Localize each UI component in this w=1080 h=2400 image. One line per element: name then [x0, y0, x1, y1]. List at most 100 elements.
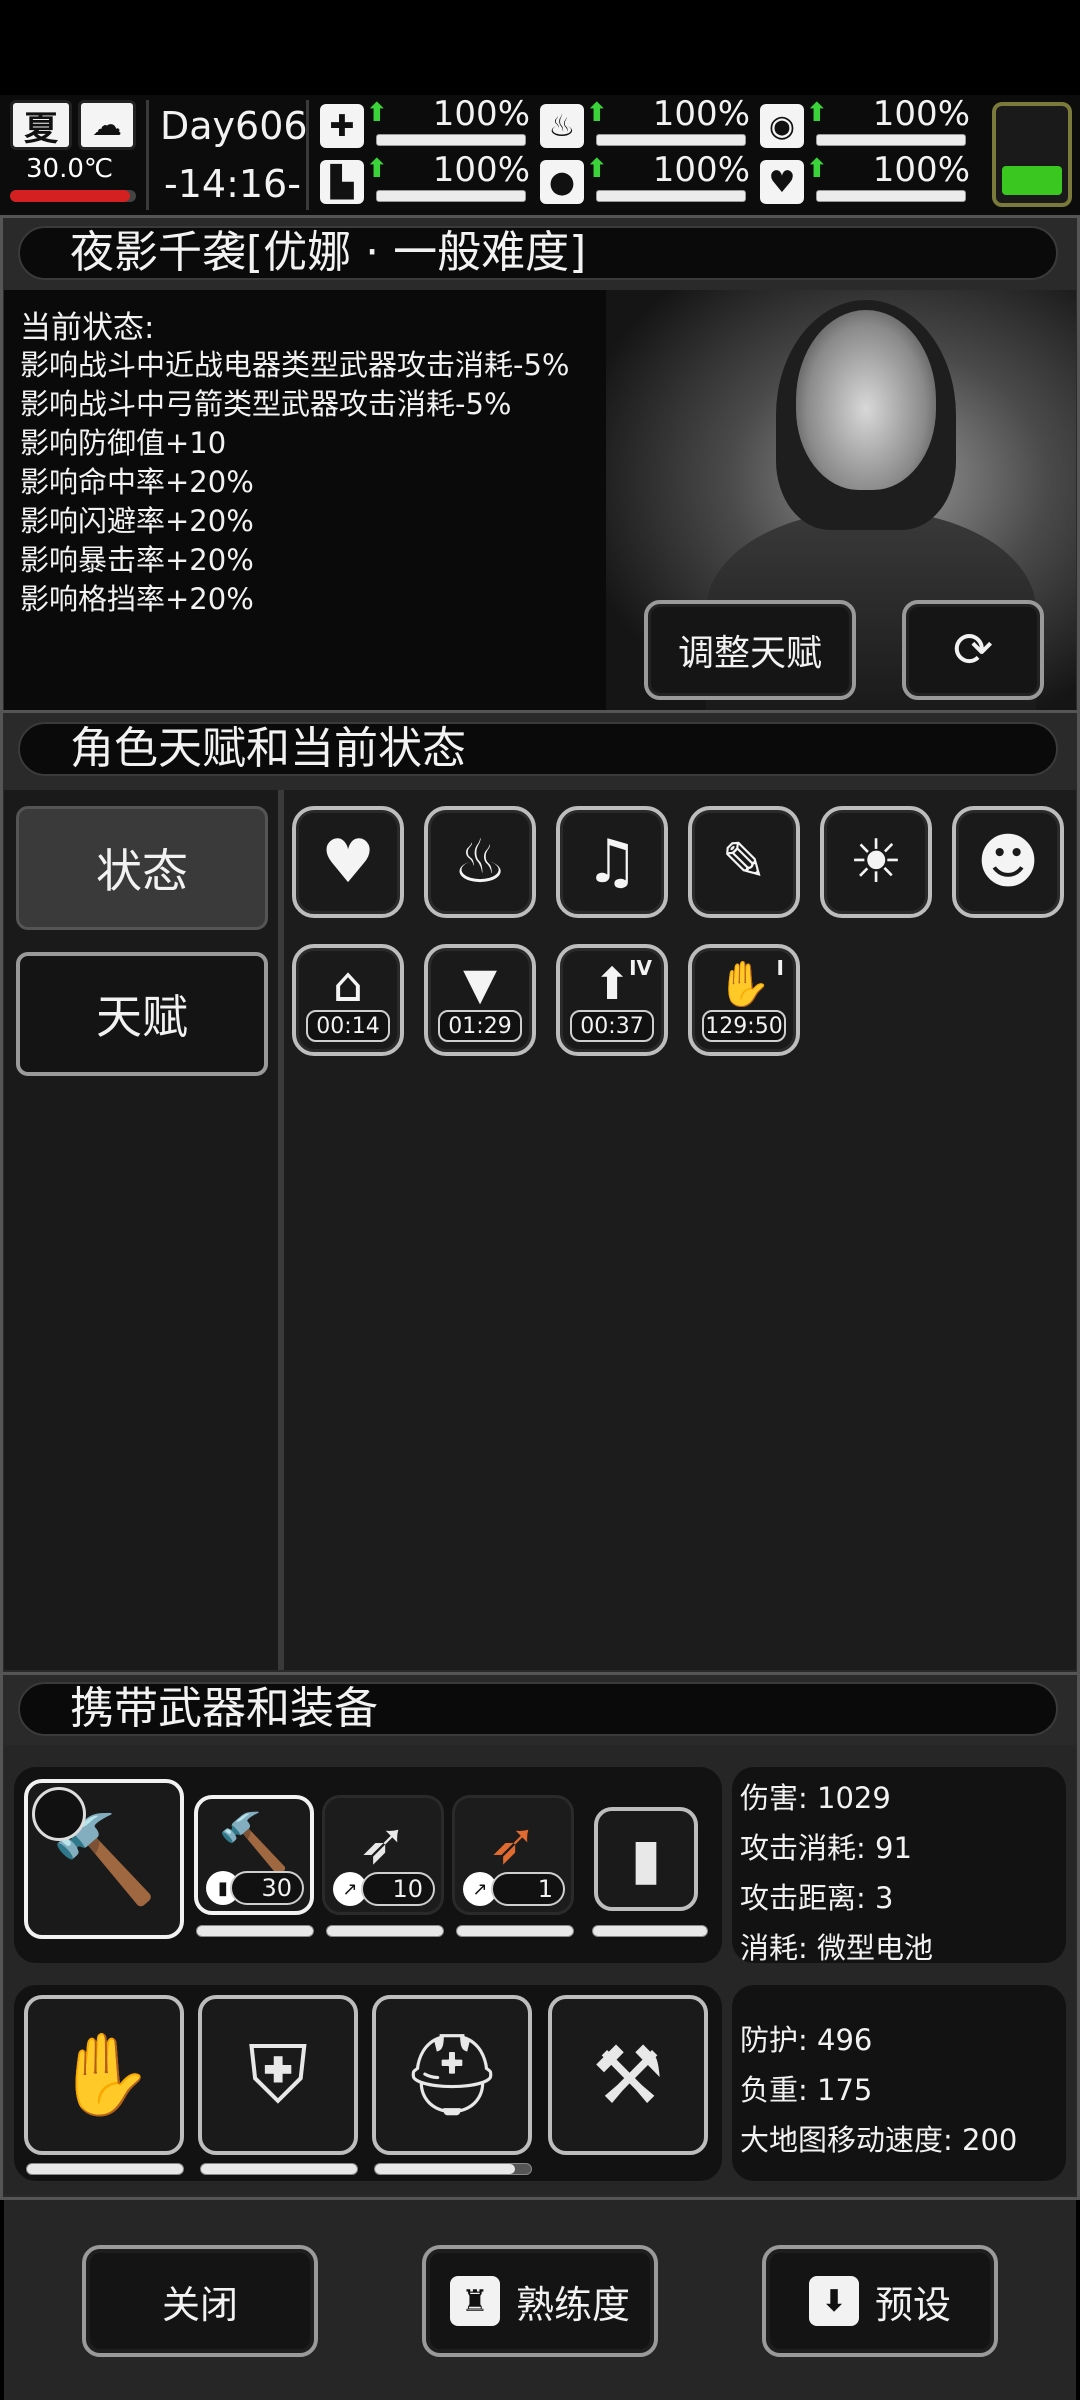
ammo-slot[interactable]: ▮ — [594, 1807, 698, 1911]
weapon-count: 10 — [361, 1872, 435, 1906]
temperature-fill — [10, 190, 130, 202]
gloves-icon: ✋ — [54, 2028, 154, 2121]
battery-cell-icon: ▮ — [630, 1826, 662, 1892]
weapon-slot-main[interactable]: 🔨 — [24, 1779, 184, 1939]
armor-stat: 大地图移动速度: 200 — [740, 2123, 1018, 2157]
state-line: 影响防御值+10 — [20, 426, 227, 460]
character-title: 夜影千袭[优娜 · 一般难度] — [70, 227, 587, 278]
tab-status-label: 状态 — [96, 844, 188, 898]
talents-header: 角色天赋和当前状态 — [18, 722, 1058, 776]
armor-slot-backpack[interactable]: ⚒ — [548, 1995, 708, 2155]
durability-bar — [592, 1925, 708, 1937]
weapon-slot-3[interactable]: ➶ ↗ 1 — [452, 1795, 574, 1915]
armor-stat: 负重: 175 — [740, 2073, 873, 2107]
character-panel: 当前状态: 影响战斗中近战电器类型武器攻击消耗-5% 影响战斗中弓箭类型武器攻击… — [4, 290, 1076, 710]
preset-label: 预设 — [874, 2282, 951, 2327]
medkit-icon: ✚ — [320, 104, 364, 148]
cloud-rain-icon: ☁ — [78, 100, 136, 150]
effect-timer: 01:29 — [438, 1010, 522, 1042]
equipment-header: 携带武器和装备 — [18, 1682, 1058, 1736]
torch-spear-icon: ➶ — [488, 1809, 538, 1877]
mood-value: 100% — [872, 150, 970, 190]
durability-bar — [374, 2163, 532, 2175]
equipment-panel: 🔨 🔨 ▮ 30 ➶ ↗ 10 ➶ ↗ 1 ▮ 伤害: 1029 攻击消耗: 9… — [4, 1745, 1076, 2195]
status-effect-injury[interactable]: I ✋ 129:50 — [688, 944, 800, 1056]
armor-slot-body[interactable]: ⛨ — [198, 1995, 358, 2155]
battery-icon[interactable] — [992, 102, 1072, 207]
talents-title: 角色天赋和当前状态 — [70, 723, 466, 774]
state-line: 影响战斗中近战电器类型武器攻击消耗-5% — [20, 348, 570, 382]
proficiency-label: 熟练度 — [515, 2282, 630, 2327]
alarm-light-icon: ☀ — [849, 827, 903, 897]
electric-hammer-icon: 🔨 — [217, 1808, 291, 1877]
health-bar — [376, 134, 526, 146]
temperature-label: 30.0℃ — [26, 154, 114, 184]
music-heart-icon: ♫ — [585, 827, 639, 897]
weapon-slot-1[interactable]: 🔨 ▮ 30 — [194, 1795, 314, 1915]
health-value: 100% — [432, 94, 530, 134]
equipment-title: 携带武器和装备 — [70, 1683, 378, 1734]
change-outfit-icon: ⟳ — [952, 622, 994, 678]
divider — [146, 100, 149, 210]
water-drop-icon: ● — [540, 160, 584, 204]
status-effect-stomach[interactable]: ♨ — [424, 806, 536, 918]
effect-level: IV — [629, 956, 652, 980]
close-button[interactable]: 关闭 — [82, 2245, 318, 2357]
tab-status[interactable]: 状态 — [16, 806, 268, 930]
heart-icon: ♥ — [760, 160, 804, 204]
drink-boost-icon: ⬆ — [593, 959, 631, 1010]
armor-slot-gloves[interactable]: ✋ — [24, 1995, 184, 2155]
season-label: 夏 — [24, 108, 58, 149]
adjust-talent-label: 调整天赋 — [677, 633, 822, 674]
status-effect-alarm[interactable]: ☀ — [820, 806, 932, 918]
helmet-icon: ⛑ — [401, 2028, 503, 2121]
heart-full-icon: ♥ — [321, 827, 375, 897]
status-effect-heart[interactable]: ♥ — [292, 806, 404, 918]
armor-stat: 防护: 496 — [740, 2023, 873, 2057]
body-armor-icon: ⛨ — [248, 2028, 308, 2121]
stomach-icon: ♨ — [540, 104, 584, 148]
durability-bar — [200, 2163, 358, 2175]
battery-fill — [1002, 165, 1062, 195]
status-effect-shelter[interactable]: ⌂ 00:14 — [292, 944, 404, 1056]
talents-side-column: 状态 天赋 — [4, 790, 284, 1670]
weapon-slot-2[interactable]: ➶ ↗ 10 — [322, 1795, 444, 1915]
preset-button[interactable]: ⬇ 预设 — [762, 2245, 998, 2357]
clipboard-bandage-icon: ✎ — [721, 830, 767, 893]
temperature-bar — [10, 190, 136, 202]
effect-timer: 129:50 — [702, 1010, 786, 1042]
state-line: 影响格挡率+20% — [20, 582, 254, 616]
state-heading: 当前状态: — [20, 310, 155, 346]
stamina-icon: ◉ — [760, 104, 804, 148]
change-outfit-button[interactable]: ⟳ — [902, 600, 1044, 700]
hunger-bar — [596, 134, 746, 146]
durability-bar — [456, 1925, 574, 1937]
talents-panel: 状态 天赋 ♥ ♨ ♫ ✎ ☀ ☻ ⌂ 00:14 ▼ 01:29 IV ⬆ 0… — [4, 790, 1076, 1670]
weapon-stat: 伤害: 1029 — [740, 1781, 891, 1815]
durability-bar — [196, 1925, 314, 1937]
day-label: Day606 — [160, 104, 308, 148]
stamina-bar — [816, 134, 966, 146]
thirst-value: 100% — [652, 150, 750, 190]
preset-icon: ⬇ — [808, 2276, 859, 2326]
durability-bar — [326, 1925, 444, 1937]
status-effect-medical[interactable]: ✎ — [688, 806, 800, 918]
status-effect-drink[interactable]: IV ⬆ 00:37 — [556, 944, 668, 1056]
status-effect-music[interactable]: ♫ — [556, 806, 668, 918]
durability-bar — [26, 2163, 184, 2175]
time-label: -14:16- — [164, 162, 301, 206]
tab-talent[interactable]: 天赋 — [16, 952, 268, 1076]
effect-timer: 00:14 — [306, 1010, 390, 1042]
equipped-badge-icon — [32, 1787, 86, 1841]
spear-icon: ➶ — [358, 1809, 408, 1877]
status-effect-person[interactable]: ☻ — [952, 806, 1064, 918]
fatigue-bar — [376, 190, 526, 202]
proficiency-icon: ♜ — [449, 2276, 500, 2326]
armor-slot-helmet[interactable]: ⛑ — [372, 1995, 532, 2155]
state-line: 影响闪避率+20% — [20, 504, 254, 538]
state-line: 影响暴击率+20% — [20, 543, 254, 577]
effect-timer: 00:37 — [570, 1010, 654, 1042]
status-effect-shirt[interactable]: ▼ 01:29 — [424, 944, 536, 1056]
adjust-talent-button[interactable]: 调整天赋 — [644, 600, 856, 700]
proficiency-button[interactable]: ♜ 熟练度 — [422, 2245, 658, 2357]
